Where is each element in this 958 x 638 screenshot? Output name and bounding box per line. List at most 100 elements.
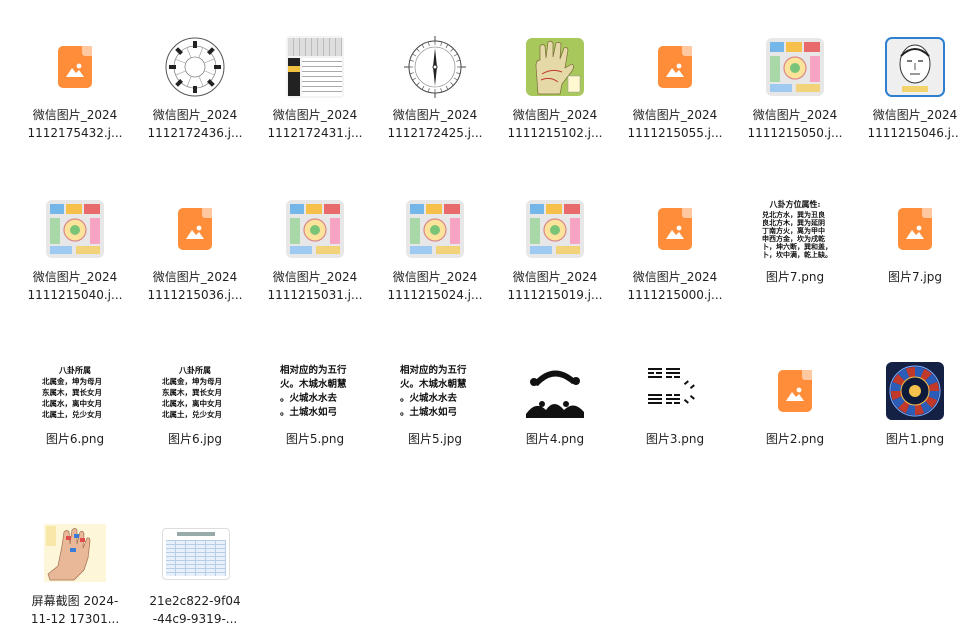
file-thumbnail bbox=[764, 36, 826, 98]
file-name-line-1: 图片6.png bbox=[45, 432, 105, 446]
file-item[interactable]: 屏幕截图 2024- 11-12 17301... bbox=[15, 486, 135, 636]
file-thumbnail: 八卦所属 北属金，坤为母月 东属木，巽长女月 北属水，离中女月 北属土，兑少女月 bbox=[42, 360, 108, 422]
file-item[interactable]: 微信图片_2024 1111215024.j... bbox=[375, 162, 495, 312]
face-sketch-thumbnail bbox=[885, 37, 945, 97]
file-item[interactable]: 八卦所属 北属金，坤为母月 东属木，巽长女月 北属水，离中女月 北属土，兑少女月图片6.… bbox=[135, 324, 255, 474]
file-name: 微信图片_2024 1111215046.j... bbox=[856, 106, 958, 142]
file-name-line-1: 微信图片_2024 bbox=[272, 108, 358, 122]
file-name: 屏幕截图 2024- 11-12 17301... bbox=[16, 592, 134, 628]
colorful-chart-thumbnail bbox=[766, 38, 824, 96]
file-item[interactable]: 微信图片_2024 1112175432.j... bbox=[15, 0, 135, 150]
file-thumbnail bbox=[284, 36, 346, 98]
file-thumbnail bbox=[44, 198, 106, 260]
file-item[interactable]: 微信图片_2024 1111215031.j... bbox=[255, 162, 375, 312]
file-name-line-1: 图片7.jpg bbox=[887, 270, 943, 284]
file-item[interactable]: 图片7.jpg bbox=[855, 162, 958, 312]
image-file-icon bbox=[898, 208, 932, 250]
file-item[interactable]: 21e2c822-9f04 -44c9-9319-... bbox=[135, 486, 255, 636]
ornament-thumbnail bbox=[526, 370, 584, 418]
table-thumbnail bbox=[286, 36, 344, 98]
file-name-line-2: 1112172431.j... bbox=[267, 126, 363, 140]
file-item[interactable]: 微信图片_2024 1111215046.j... bbox=[855, 0, 958, 150]
file-name-line-1: 微信图片_2024 bbox=[152, 270, 238, 284]
file-name-line-1: 图片1.png bbox=[885, 432, 945, 446]
file-item[interactable]: 图片2.png bbox=[735, 324, 855, 474]
file-name: 微信图片_2024 1111215019.j... bbox=[496, 268, 614, 304]
file-thumbnail bbox=[884, 360, 946, 422]
text-thumbnail: 八卦方位属性: 兑北方水，巽为丑良 良北方木，巽为延阴 丁南方火，离为甲中 申西方金，坎… bbox=[762, 198, 828, 260]
file-item[interactable]: 微信图片_2024 1111215040.j... bbox=[15, 162, 135, 312]
file-name: 21e2c822-9f04 -44c9-9319-... bbox=[136, 592, 254, 628]
file-name-line-1: 微信图片_2024 bbox=[632, 108, 718, 122]
file-name-line-2: 1111215055.j... bbox=[627, 126, 723, 140]
text-thumbnail: 八卦所属 北属金，坤为母月 东属木，巽长女月 北属水，离中女月 北属土，兑少女月 bbox=[162, 364, 228, 420]
file-name-line-1: 微信图片_2024 bbox=[512, 108, 598, 122]
image-file-icon bbox=[658, 208, 692, 250]
file-item[interactable]: 图片4.png bbox=[495, 324, 615, 474]
file-thumbnail bbox=[44, 522, 106, 584]
file-thumbnail bbox=[884, 36, 946, 98]
file-item[interactable]: 微信图片_2024 1111215050.j... bbox=[735, 0, 855, 150]
file-item[interactable]: 八卦方位属性: 兑北方水，巽为丑良 良北方木，巽为延阴 丁南方火，离为甲中 申西方金，坎… bbox=[735, 162, 855, 312]
file-name-line-1: 微信图片_2024 bbox=[392, 108, 478, 122]
image-file-icon bbox=[778, 370, 812, 412]
file-name-line-2: 11-12 17301... bbox=[30, 612, 120, 626]
hand-thumbnail bbox=[44, 524, 106, 582]
file-thumbnail: 八卦所属 北属金，坤为母月 东属木，巽长女月 北属水，离中女月 北属土，兑少女月 bbox=[162, 360, 228, 422]
file-thumbnail bbox=[164, 198, 226, 260]
file-name-line-1: 微信图片_2024 bbox=[32, 108, 118, 122]
file-thumbnail bbox=[644, 360, 706, 422]
file-item[interactable]: 相对应的为五行 火。木城水朝慧 。火城水水去 。土城水如弓 图片5.png bbox=[255, 324, 375, 474]
file-name-line-1: 图片5.png bbox=[285, 432, 345, 446]
file-item[interactable]: 图片1.png bbox=[855, 324, 958, 474]
file-name: 微信图片_2024 1111215055.j... bbox=[616, 106, 734, 142]
file-name-line-2: -44c9-9319-... bbox=[152, 612, 238, 626]
file-name-line-2: 1112172436.j... bbox=[147, 126, 243, 140]
file-name-line-1: 图片2.png bbox=[765, 432, 825, 446]
file-item[interactable]: 微信图片_2024 1111215055.j... bbox=[615, 0, 735, 150]
file-name: 图片6.jpg bbox=[136, 430, 254, 448]
file-thumbnail bbox=[524, 198, 586, 260]
file-item[interactable]: 微信图片_2024 1112172431.j... bbox=[255, 0, 375, 150]
file-name-line-2: 1111215046.j... bbox=[867, 126, 958, 140]
file-item[interactable]: 八卦所属 北属金，坤为母月 东属木，巽长女月 北属水，离中女月 北属土，兑少女月图片6.… bbox=[15, 324, 135, 474]
file-item[interactable]: 微信图片_2024 1112172425.j... bbox=[375, 0, 495, 150]
file-thumbnail bbox=[644, 198, 706, 260]
file-name: 图片6.png bbox=[16, 430, 134, 448]
file-thumbnail bbox=[404, 198, 466, 260]
table-thumbnail bbox=[162, 528, 230, 580]
file-item[interactable]: 微信图片_2024 1111215102.j... bbox=[495, 0, 615, 150]
file-thumbnail bbox=[284, 198, 346, 260]
file-thumbnail bbox=[524, 36, 586, 98]
file-name-line-1: 微信图片_2024 bbox=[392, 270, 478, 284]
file-name: 微信图片_2024 1112172425.j... bbox=[376, 106, 494, 142]
file-item[interactable]: 微信图片_2024 1111215000.j... bbox=[615, 162, 735, 312]
file-name-line-1: 微信图片_2024 bbox=[752, 108, 838, 122]
file-name-line-1: 图片3.png bbox=[645, 432, 705, 446]
file-name-line-1: 微信图片_2024 bbox=[872, 108, 958, 122]
file-name-line-2: 1111215040.j... bbox=[27, 288, 123, 302]
file-name: 微信图片_2024 1111215000.j... bbox=[616, 268, 734, 304]
file-item[interactable]: 微信图片_2024 1111215036.j... bbox=[135, 162, 255, 312]
file-thumbnail: 八卦方位属性: 兑北方水，巽为丑良 良北方木，巽为延阴 丁南方火，离为甲中 申西方金，坎… bbox=[762, 198, 828, 260]
text-thumbnail: 相对应的为五行 火。木城水朝慧 。火城水水去 。土城水如弓 bbox=[400, 364, 470, 420]
file-thumbnail bbox=[644, 36, 706, 98]
file-name-line-1: 微信图片_2024 bbox=[632, 270, 718, 284]
file-thumbnail bbox=[524, 360, 586, 422]
file-name: 图片3.png bbox=[616, 430, 734, 448]
file-item[interactable]: 微信图片_2024 1111215019.j... bbox=[495, 162, 615, 312]
file-name: 图片5.jpg bbox=[376, 430, 494, 448]
file-name-line-1: 屏幕截图 2024- bbox=[31, 594, 119, 608]
file-name-line-1: 图片6.jpg bbox=[167, 432, 223, 446]
file-item[interactable]: 微信图片_2024 1112172436.j... bbox=[135, 0, 255, 150]
file-name-line-2: 1111215024.j... bbox=[387, 288, 483, 302]
colorful-chart-thumbnail bbox=[406, 200, 464, 258]
file-item[interactable]: 相对应的为五行 火。木城水朝慧 。火城水水去 。土城水如弓图片5.jpg bbox=[375, 324, 495, 474]
wheel-thumbnail bbox=[886, 362, 944, 420]
file-name-line-1: 图片5.jpg bbox=[407, 432, 463, 446]
file-name: 微信图片_2024 1111215040.j... bbox=[16, 268, 134, 304]
file-name-line-2: 1111215031.j... bbox=[267, 288, 363, 302]
file-item[interactable]: 图片3.png bbox=[615, 324, 735, 474]
file-name-line-1: 微信图片_2024 bbox=[272, 270, 358, 284]
file-name-line-2: 1111215036.j... bbox=[147, 288, 243, 302]
